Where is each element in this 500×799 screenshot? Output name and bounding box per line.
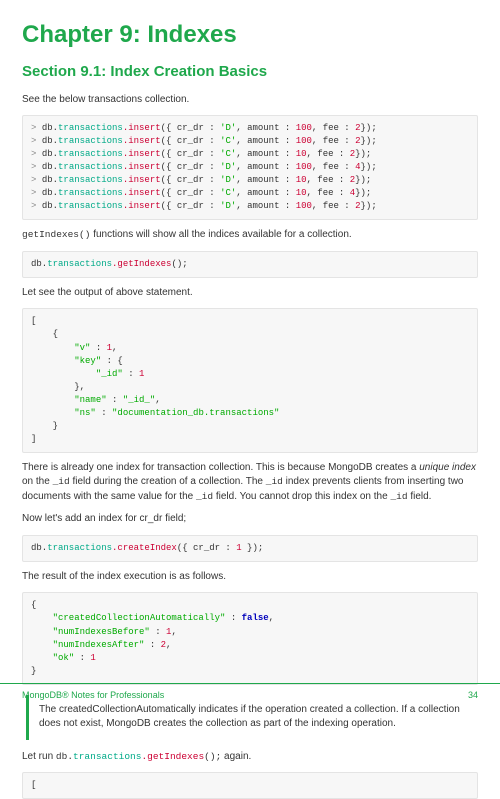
result-intro: The result of the index execution is as … [22,570,478,585]
section-title: Section 9.1: Index Creation Basics [22,61,478,83]
code-createindex-call: db.transactions.createIndex({ cr_dr : 1 … [22,535,478,562]
intro-paragraph: See the below transactions collection. [22,93,478,108]
code-getindexes-call: db.transactions.getIndexes(); [22,251,478,278]
getindexes-inline: getIndexes() [22,229,90,240]
rerun-paragraph: Let run db.transactions.getIndexes(); ag… [22,750,478,765]
rerun-code-inline: db.transactions.getIndexes(); [56,751,221,762]
unique-index-paragraph: There is already one index for transacti… [22,461,478,505]
code-inserts: > db.transactions.insert({ cr_dr : 'D', … [22,115,478,220]
output-intro: Let see the output of above statement. [22,286,478,301]
add-index-paragraph: Now let's add an index for cr_dr field; [22,512,478,527]
chapter-title: Chapter 9: Indexes [22,18,478,53]
footer-text: MongoDB® Notes for Professionals [22,689,164,702]
code-final-bracket: [ [22,772,478,799]
code-create-result: { "createdCollectionAutomatically" : fal… [22,592,478,684]
code-getindexes-output: [ { "v" : 1, "key" : { "_id" : 1 }, "nam… [22,308,478,452]
getindexes-paragraph: getIndexes() functions will show all the… [22,228,478,243]
page-number: 34 [468,689,478,702]
page-footer: MongoDB® Notes for Professionals 34 [0,683,500,707]
